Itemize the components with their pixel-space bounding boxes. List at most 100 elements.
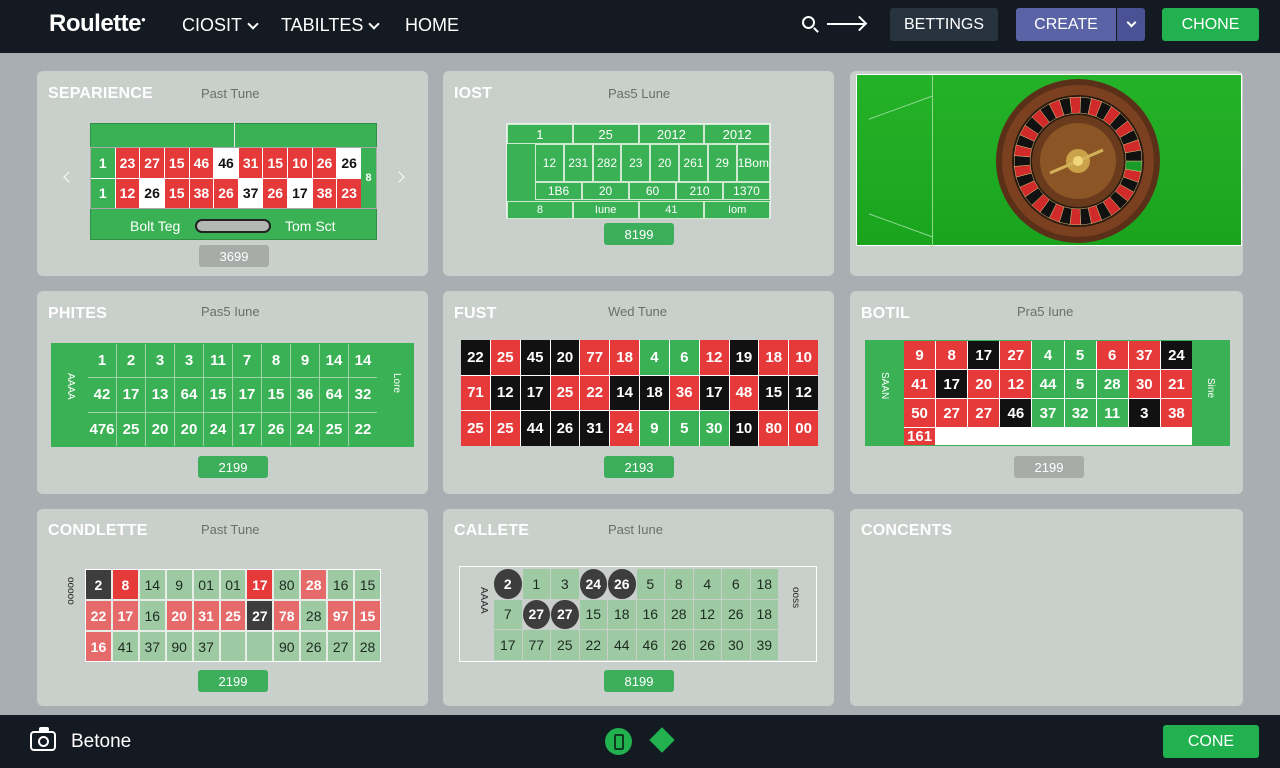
number-cell[interactable]: 16 [86,632,111,661]
number-cell[interactable]: 29 [707,144,737,182]
betting-layout[interactable]: SAAN 9 8 17 27 4 5 6 37 24 41 17 20 12 44 5 28 30 21 50 27 2… [865,340,1230,446]
number-cell[interactable]: 17 [288,178,312,208]
number-cell[interactable]: 16 [636,599,664,630]
card-phites[interactable]: PHITES Pas5 Iune AAAA 1 2 3 3 11 7 8 9 14 14 42 17 1… [37,291,428,494]
number-cell[interactable]: 6 [1096,341,1128,369]
number-cell[interactable]: 17 [968,341,1000,369]
number-cell[interactable]: 210 [676,182,723,200]
number-cell[interactable]: 12 [1000,370,1032,398]
number-cell[interactable]: 8 [507,201,573,219]
number-cell[interactable]: 46 [214,148,238,178]
number-cell[interactable]: 8 [665,569,693,599]
number-cell[interactable]: 25 [461,411,490,446]
number-cell[interactable]: 46 [1000,399,1032,427]
number-cell[interactable]: 26 [337,148,361,178]
number-cell[interactable]: 01 [193,570,219,599]
number-cell[interactable]: 1 [91,148,115,178]
number-cell[interactable]: 4 [693,569,721,599]
number-cell[interactable]: 20 [146,412,174,446]
number-cell[interactable]: 282 [592,144,622,182]
number-cell[interactable]: 37 [1128,341,1160,369]
number-cell[interactable]: 10 [789,340,818,375]
number-cell[interactable]: 78 [274,601,300,630]
number-cell[interactable]: 31 [193,601,219,630]
number-cell[interactable]: 15 [164,148,189,178]
betting-layout[interactable]: AAAA 1 2 3 3 11 7 8 9 14 14 42 17 13 64 15 17 15 36 64 32 47… [51,343,414,447]
number-cell[interactable]: 25 [551,630,579,660]
number-cell[interactable]: 15 [164,178,189,208]
number-cell[interactable]: 18 [608,599,636,630]
number-cell[interactable]: 25 [220,601,246,630]
number-cell[interactable]: 3 [1128,399,1160,427]
number-cell[interactable]: 2012 [638,124,705,144]
number-cell[interactable]: 5 [1064,341,1096,369]
number-cell[interactable]: 44 [608,630,636,660]
number-cell[interactable]: Iom [704,201,770,219]
number-cell[interactable]: 476 [88,412,116,446]
chevron-left-icon[interactable] [63,171,75,183]
number-cell[interactable]: 27 [1000,341,1032,369]
number-cell[interactable]: 28 [665,599,693,630]
number-cell[interactable]: 23 [621,144,651,182]
nav-tabiltes[interactable]: TABILTES [281,15,381,36]
number-cell[interactable]: 2012 [704,124,770,144]
number-cell[interactable]: 6 [722,569,750,599]
number-cell[interactable]: 30 [1128,370,1160,398]
number-cell[interactable]: 28 [301,570,327,599]
number-cell[interactable]: 1Bom [736,144,770,182]
number-cell[interactable]: 28 [355,632,380,661]
number-cell[interactable]: 25 [550,375,580,411]
number-cell[interactable]: 37 [1032,399,1064,427]
number-cell[interactable]: 27 [140,148,164,178]
number-cell[interactable]: 37 [139,632,165,661]
number-cell[interactable]: 14 [320,344,348,378]
number-cell[interactable]: 3 [551,569,579,599]
number-grid[interactable]: 2 8 14 9 01 01 17 80 28 16 15 22 17 16 20 31 25 27 78 28 97 1… [85,569,381,662]
number-cell[interactable]: 161 [904,428,936,445]
number-cell[interactable]: 6 [669,340,699,375]
card-iost[interactable]: IOST Pas5 Lune 1 25 2012 2012 12 231 282 23 20 2… [443,71,834,276]
logo[interactable]: Roulette● [49,10,146,38]
number-cell[interactable]: 31 [238,148,263,178]
number-cell[interactable]: 24 [610,411,639,446]
create-button[interactable]: CREATE [1016,8,1116,41]
number-cell[interactable]: 77 [580,340,610,375]
card-concents[interactable]: CONCENTS [850,509,1243,706]
number-cell[interactable]: 18 [750,599,778,630]
number-cell[interactable]: 10 [288,148,312,178]
number-cell[interactable]: 27 [551,599,579,630]
number-cell[interactable]: 19 [729,340,759,375]
chone-button[interactable]: CHONE [1162,8,1259,41]
chevron-right-icon[interactable] [393,171,405,183]
number-cell[interactable]: 26 [214,178,238,208]
number-cell[interactable]: 17 [233,412,261,446]
number-cell[interactable]: 17 [112,601,138,630]
number-cell[interactable]: 12 [535,144,564,182]
number-cell[interactable]: 77 [522,630,550,660]
number-cell[interactable]: 25 [490,411,520,446]
number-cell[interactable]: 38 [1160,399,1192,427]
number-cell[interactable] [220,632,246,661]
number-grid[interactable]: 1 23 27 15 46 46 31 15 10 26 26 1 12 26 15 38 26 37 26 17 38… [91,148,361,208]
number-cell[interactable]: 25 [490,340,520,375]
betting-layout[interactable]: AAAA 2 1 3 24 26 5 8 4 6 18 7 27 27 15 18 16 28 12 26 18 17 7… [459,566,817,662]
number-cell[interactable]: 12 [115,178,140,208]
arrow-right-icon[interactable] [827,14,868,34]
number-cell[interactable]: 17 [247,570,273,599]
number-cell[interactable]: 16 [328,570,354,599]
number-grid[interactable]: 9 8 17 27 4 5 6 37 24 41 17 20 12 44 5 28 30 21 50 27 27 46 37… [904,341,1192,445]
number-cell[interactable]: 41 [112,632,138,661]
number-cell[interactable]: 36 [669,375,699,411]
number-cell[interactable]: 26 [140,178,164,208]
number-cell[interactable]: 1B6 [535,182,582,200]
number-cell[interactable]: 17 [494,630,522,660]
number-cell[interactable]: 37 [238,178,263,208]
number-grid[interactable]: 1 2 3 3 11 7 8 9 14 14 42 17 13 64 15 17 15 36 64 32 476 25 20… [88,344,377,446]
number-cell[interactable]: 26 [722,599,750,630]
number-cell[interactable]: 64 [320,378,348,412]
number-cell[interactable]: 28 [301,601,327,630]
betting-layout[interactable]: 1 25 2012 2012 12 231 282 23 20 261 29 1Bom 1B6 20 6… [506,123,771,219]
number-cell[interactable]: 17 [520,375,550,411]
number-cell[interactable]: 15 [204,378,232,412]
number-cell[interactable]: 80 [759,411,789,446]
